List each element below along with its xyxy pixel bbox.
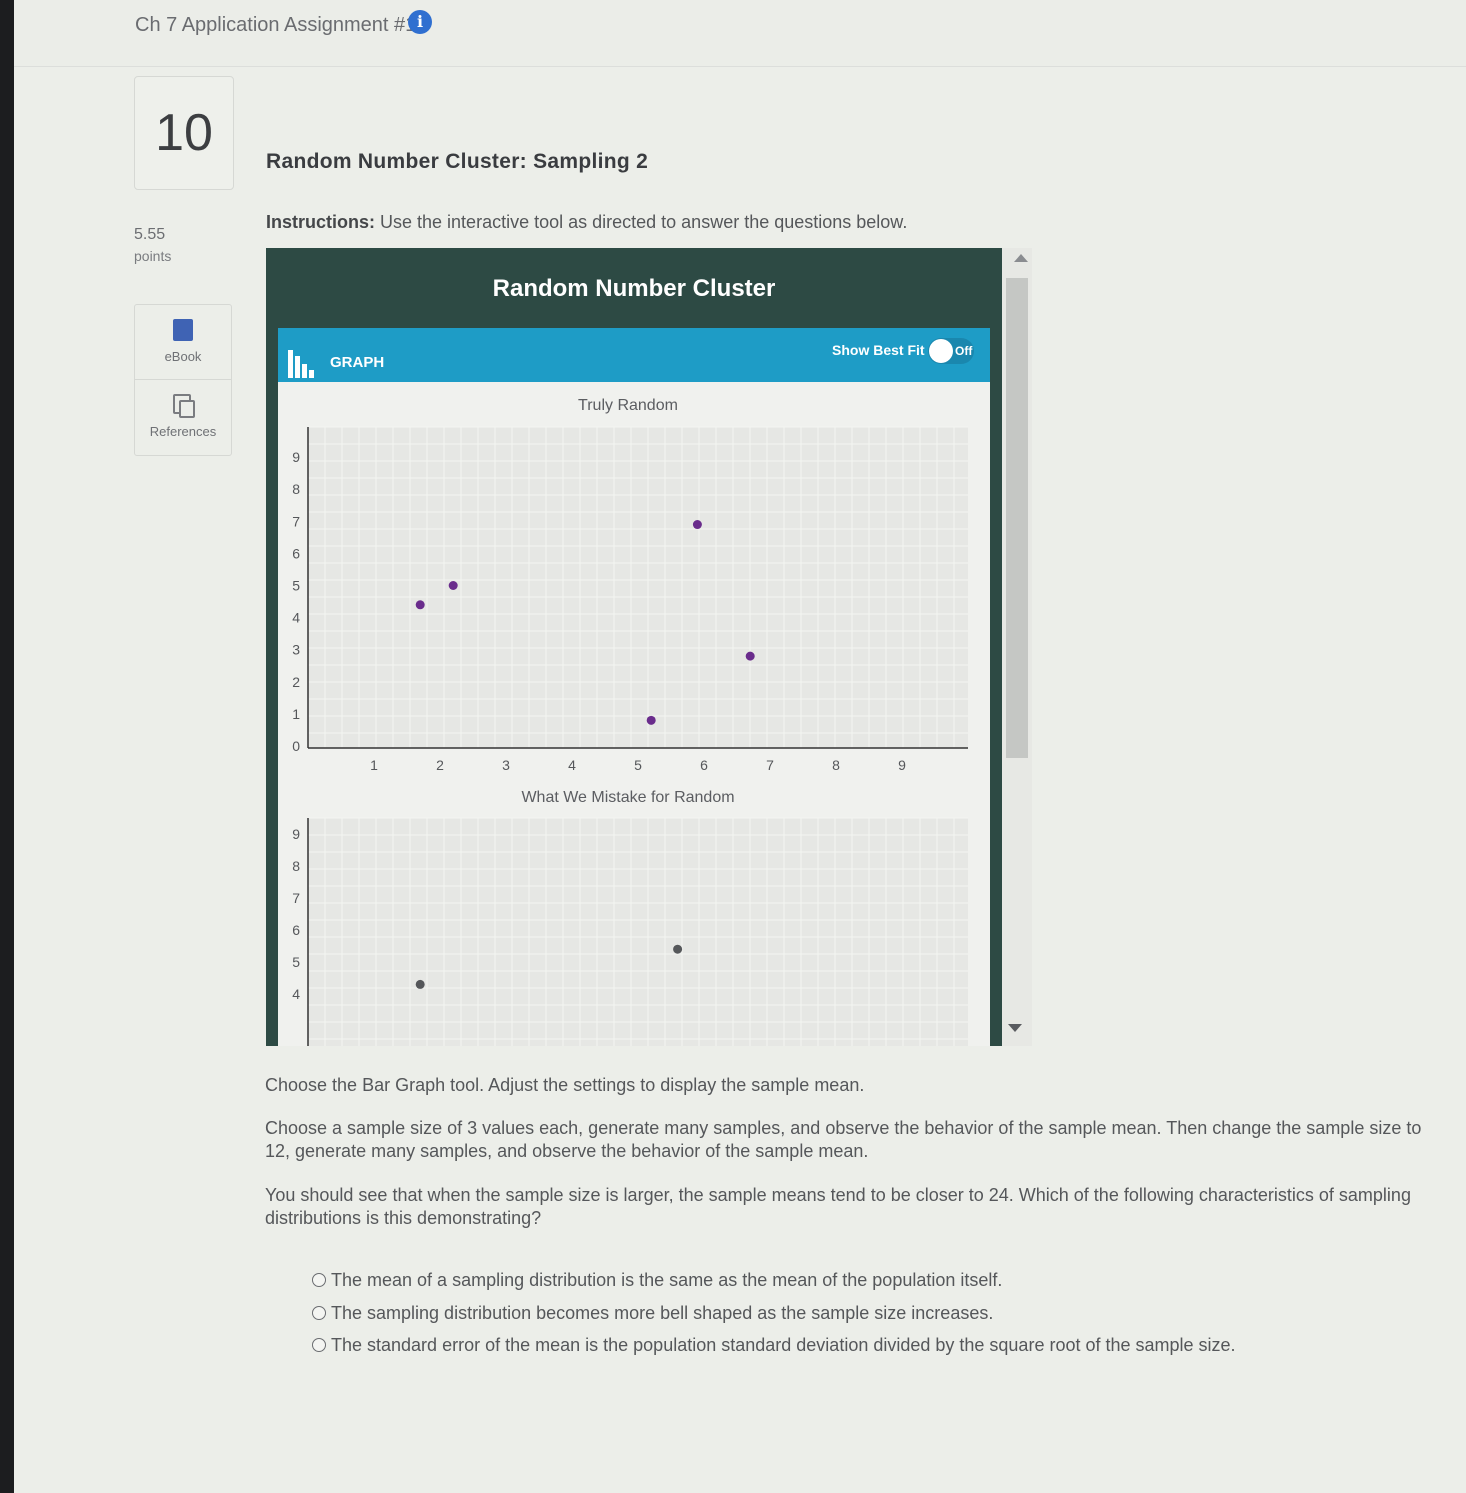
data-point: [673, 944, 683, 954]
graph-area: Truly Random 0 1 2 3 4 5 6 7 8 9 1 2 3 4 5 6 7 8 9 What We M…: [278, 382, 990, 1046]
points-label: points: [134, 248, 172, 264]
ebook-button[interactable]: eBook: [135, 305, 231, 380]
y-tick-label: 7: [292, 513, 300, 529]
instructions: Instructions: Use the interactive tool a…: [266, 212, 907, 233]
question-title: Random Number Cluster: Sampling 2: [266, 150, 649, 173]
side-tools: eBook References: [134, 304, 232, 456]
instruction-paragraph-2: Choose a sample size of 3 values each, g…: [265, 1118, 1422, 1161]
data-point: [745, 651, 755, 661]
scroll-thumb[interactable]: [1006, 278, 1028, 758]
x-tick-label: 8: [832, 757, 840, 773]
y-tick-label: 1: [292, 706, 300, 722]
x-tick-label: 3: [502, 757, 510, 773]
assignment-header: Ch 7 Application Assignment #1 i: [14, 0, 1466, 67]
data-point: [415, 600, 425, 610]
option-text: The sampling distribution becomes more b…: [331, 1303, 994, 1323]
chart-title: Truly Random: [578, 397, 678, 414]
instructions-text: Use the interactive tool as directed to …: [375, 212, 908, 232]
references-button[interactable]: References: [135, 380, 231, 454]
toggle-state: Off: [955, 344, 973, 358]
random-number-cluster-widget: Random Number Cluster GRAPH Show Best Fi…: [266, 248, 1002, 1046]
question-prompt: You should see that when the sample size…: [265, 1185, 1411, 1228]
y-tick-label: 8: [292, 481, 300, 497]
best-fit-toggle[interactable]: Off: [928, 338, 974, 364]
x-tick-label: 9: [898, 757, 906, 773]
data-point: [448, 581, 458, 590]
y-tick-label: 8: [292, 858, 300, 874]
screen-bezel: [0, 0, 14, 1493]
radio-button[interactable]: [312, 1338, 326, 1352]
info-icon[interactable]: i: [408, 10, 432, 34]
ebook-label: eBook: [164, 349, 202, 364]
option-text: The mean of a sampling distribution is t…: [331, 1270, 1003, 1290]
copy-icon: [173, 394, 195, 418]
data-point: [646, 715, 656, 725]
scatter-charts: Truly Random 0 1 2 3 4 5 6 7 8 9 1 2 3 4 5 6 7 8 9 What We M…: [292, 397, 968, 1046]
x-tick-label: 6: [700, 757, 708, 773]
assignment-page: Ch 7 Application Assignment #1 i 10 5.55…: [14, 0, 1466, 1493]
y-tick-label: 6: [292, 545, 300, 561]
question-number: 10: [155, 104, 213, 162]
graph-toolbar: GRAPH Show Best Fit Off: [278, 328, 990, 382]
points-value: 5.55: [134, 226, 166, 243]
y-tick-label: 6: [292, 922, 300, 938]
option-text: The standard error of the mean is the po…: [331, 1335, 1236, 1355]
y-tick-label: 4: [292, 986, 300, 1002]
y-tick-label: 0: [292, 738, 300, 754]
x-tick-label: 1: [370, 757, 378, 773]
chart-title: What We Mistake for Random: [521, 789, 734, 806]
radio-button[interactable]: [312, 1273, 326, 1287]
y-tick-label: 5: [292, 578, 300, 594]
bar-chart-icon[interactable]: [288, 350, 318, 378]
graph-tab-label[interactable]: GRAPH: [330, 354, 384, 371]
y-tick-label: 9: [292, 449, 300, 465]
radio-button[interactable]: [312, 1306, 326, 1320]
data-point: [415, 979, 425, 989]
toggle-knob: [929, 339, 953, 363]
y-tick-label: 7: [292, 890, 300, 906]
references-label: References: [149, 424, 217, 439]
x-tick-label: 5: [634, 757, 642, 773]
show-best-fit-label: Show Best Fit: [832, 342, 925, 358]
instruction-paragraph-1: Choose the Bar Graph tool. Adjust the se…: [265, 1075, 865, 1095]
y-tick-label: 2: [292, 674, 300, 690]
x-tick-label: 2: [436, 757, 444, 773]
y-tick-label: 3: [292, 642, 300, 658]
widget-title: Random Number Cluster: [492, 275, 776, 302]
y-tick-label: 9: [292, 826, 300, 842]
x-tick-label: 7: [766, 757, 774, 773]
answer-option[interactable]: The mean of a sampling distribution is t…: [312, 1270, 1002, 1291]
scroll-down-arrow-icon[interactable]: [1008, 1024, 1022, 1032]
assignment-title: Ch 7 Application Assignment #1: [135, 14, 417, 36]
question-number-box: 10: [134, 76, 234, 190]
instructions-label: Instructions:: [266, 212, 376, 232]
x-tick-label: 4: [568, 757, 576, 773]
answer-option[interactable]: The sampling distribution becomes more b…: [312, 1303, 993, 1324]
answer-option[interactable]: The standard error of the mean is the po…: [312, 1335, 1236, 1356]
book-icon: [173, 319, 193, 341]
y-tick-label: 4: [292, 610, 300, 626]
y-tick-label: 5: [292, 954, 300, 970]
scroll-up-arrow-icon[interactable]: [1014, 254, 1028, 262]
data-point: [692, 520, 702, 530]
